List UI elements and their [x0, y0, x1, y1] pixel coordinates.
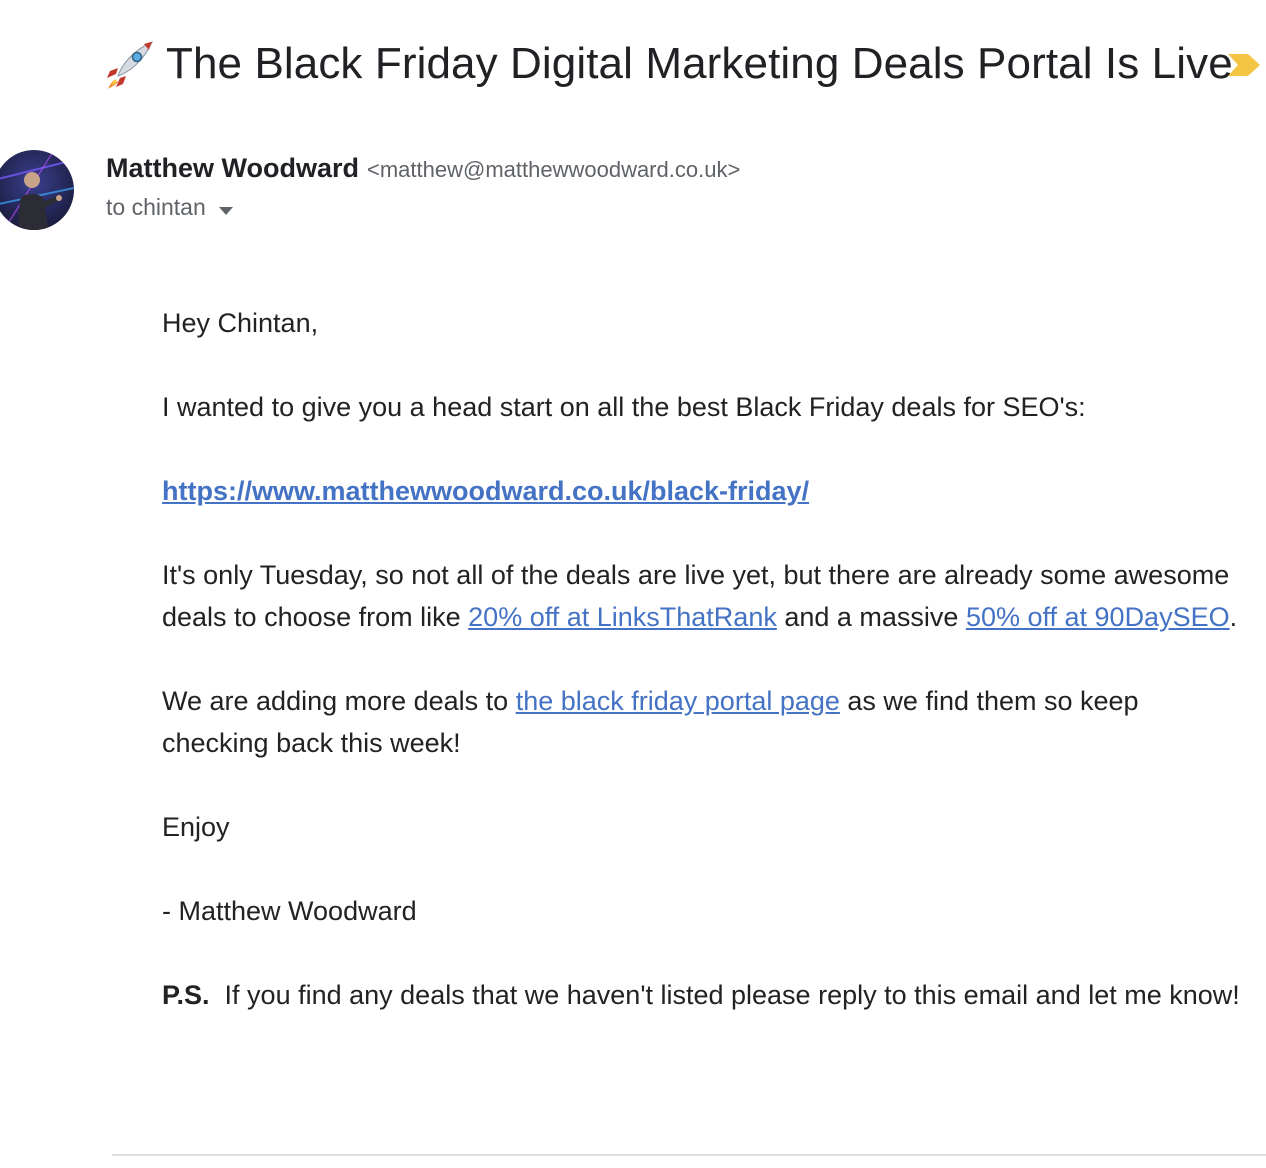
recipient-details-toggle[interactable]: to chintan — [106, 194, 234, 221]
portal-page-link[interactable]: the black friday portal page — [516, 686, 840, 716]
deals-text-middle: and a massive — [776, 602, 966, 632]
ps-label: P.S. — [162, 980, 210, 1010]
email-subject-row: The Black Friday Digital Marketing Deals… — [104, 34, 1233, 94]
deals-text-end: . — [1229, 602, 1238, 632]
portal-paragraph: We are adding more deals to the black fr… — [162, 680, 1252, 764]
signature: - Matthew Woodward — [162, 896, 417, 926]
recipient-label: to chintan — [106, 194, 206, 220]
email-body: Hey Chintan, I wanted to give you a head… — [162, 302, 1252, 1058]
greeting: Hey Chintan, — [162, 308, 319, 338]
chevron-down-icon[interactable] — [218, 203, 234, 215]
sign-off: Enjoy — [162, 812, 230, 842]
intro-paragraph: I wanted to give you a head start on all… — [162, 392, 1086, 422]
rocket-icon — [104, 38, 156, 90]
main-link-paragraph: https://www.matthewwoodward.co.uk/black-… — [162, 470, 1252, 512]
linksthatrank-deal-link[interactable]: 20% off at LinksThatRank — [468, 602, 777, 632]
sender-info: Matthew Woodward <matthew@matthewwoodwar… — [106, 153, 740, 184]
black-friday-link[interactable]: https://www.matthewwoodward.co.uk/black-… — [162, 476, 809, 506]
sender-name[interactable]: Matthew Woodward — [106, 153, 359, 184]
email-subject: The Black Friday Digital Marketing Deals… — [166, 39, 1233, 88]
important-marker-icon[interactable] — [1226, 52, 1262, 78]
ps-text: If you find any deals that we haven't li… — [209, 980, 1240, 1010]
portal-text-start: We are adding more deals to — [162, 686, 516, 716]
ps-paragraph: P.S. If you find any deals that we haven… — [162, 974, 1252, 1016]
message-divider — [112, 1154, 1266, 1156]
deals-paragraph: It's only Tuesday, so not all of the dea… — [162, 554, 1252, 638]
sender-avatar[interactable] — [0, 150, 74, 230]
90dayseo-deal-link[interactable]: 50% off at 90DaySEO — [966, 602, 1230, 632]
sender-email: <matthew@matthewwoodward.co.uk> — [367, 157, 741, 182]
